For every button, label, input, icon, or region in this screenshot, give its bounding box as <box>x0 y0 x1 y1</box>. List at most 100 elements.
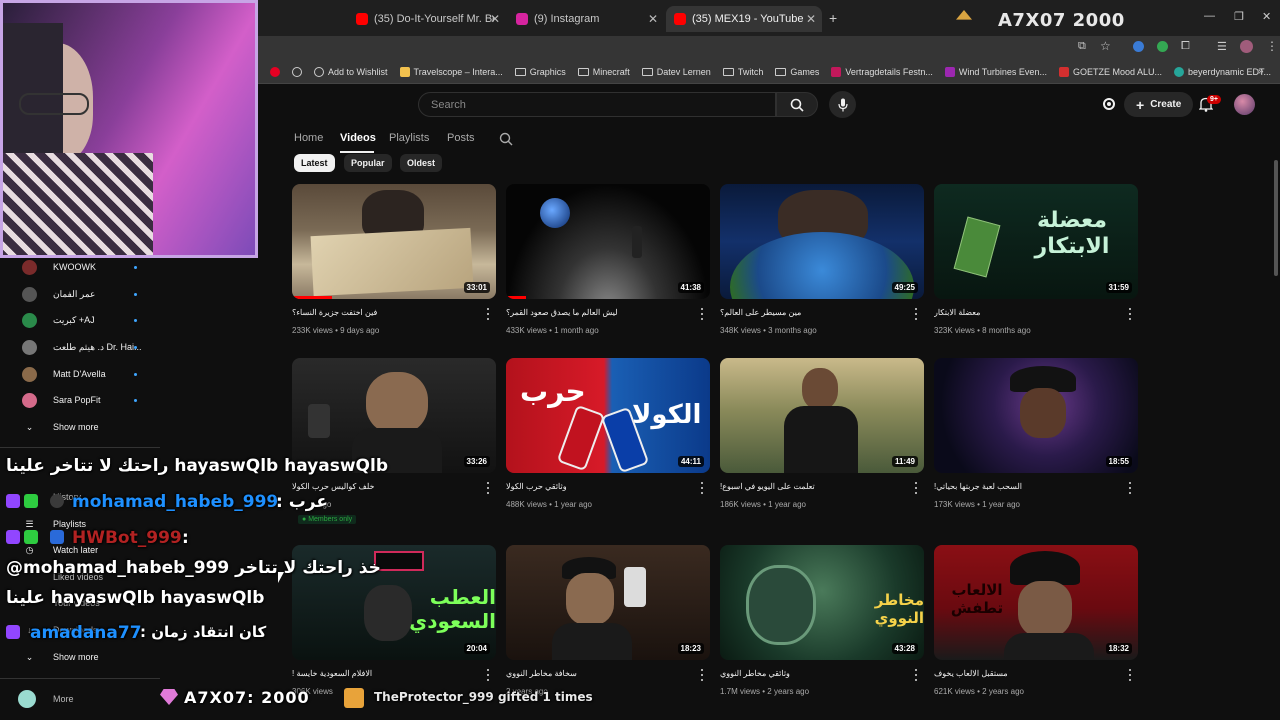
bookmark-star-icon[interactable]: ☆ <box>1100 39 1111 53</box>
install-app-icon[interactable]: ⧉ <box>1078 40 1086 53</box>
minimize-button[interactable]: — <box>1204 10 1215 22</box>
bookmark[interactable] <box>270 66 280 77</box>
extension-icon[interactable] <box>1133 41 1144 52</box>
bookmark-label: Travelscope – Intera... <box>413 66 503 77</box>
sidebar-show-more[interactable]: ⌄ Show more <box>22 648 99 666</box>
close-tab-icon[interactable]: ✕ <box>490 12 500 26</box>
video-card[interactable]: 18:55 !السحب لعبة جربتها بحياتي 173K vie… <box>934 358 1138 518</box>
bookmark-folder[interactable]: Minecraft <box>577 67 630 77</box>
video-title[interactable]: مين مسيطر على العالم؟ <box>720 308 900 317</box>
video-card[interactable]: 41:38 ليش العالم ما يصدق صعود القمر؟ 433… <box>506 184 710 344</box>
video-title[interactable]: خلف كواليس حرب الكولا <box>292 482 472 491</box>
new-tab-button[interactable]: + <box>829 10 837 26</box>
sidebar-subscription[interactable]: عمر الفمان <box>22 285 95 303</box>
video-thumbnail[interactable]: 18:23 <box>506 545 710 660</box>
bot-badge-icon <box>50 530 64 544</box>
sidebar-subscription[interactable]: د. هيثم طلعت Dr. Hai... <box>22 338 142 356</box>
tab-posts[interactable]: Posts <box>447 132 475 144</box>
search-button[interactable] <box>776 92 818 117</box>
more-bookmarks-icon[interactable]: » <box>1258 66 1264 77</box>
video-title[interactable]: مستقبل الالعاب يخوف <box>934 669 1114 678</box>
browser-tab-active[interactable]: (35) MEX19 - YouTube ✕ <box>666 6 822 32</box>
extensions-puzzle-icon[interactable]: ⧠ <box>1181 40 1190 53</box>
video-title[interactable]: سخافة مخاطر النووي <box>506 669 686 678</box>
browser-tab[interactable]: (9) Instagram ✕ <box>508 6 664 32</box>
video-card[interactable]: معضلة الابتكار 31:59 معضلة الابتكار 323K… <box>934 184 1138 344</box>
video-title[interactable]: !السحب لعبة جربتها بحياتي <box>934 482 1114 491</box>
twitch-badge-icon <box>6 625 20 639</box>
video-duration: 43:28 <box>891 643 918 654</box>
sidebar-subscription[interactable]: Matt D'Avella <box>22 365 106 383</box>
menu-kebab-icon[interactable]: ⋮ <box>1266 39 1278 53</box>
bookmark[interactable]: Wind Turbines Even... <box>944 66 1047 77</box>
voice-search-button[interactable] <box>829 91 856 118</box>
page-scrollbar[interactable] <box>1274 160 1278 276</box>
video-thumbnail[interactable]: حرب الكولا 44:11 <box>506 358 710 473</box>
bookmark[interactable]: beyerdynamic EDT... <box>1173 66 1271 77</box>
video-menu-icon[interactable] <box>698 308 706 320</box>
bookmark[interactable]: Vertragdetails Festn... <box>831 66 933 77</box>
tab-videos[interactable]: Videos <box>340 132 376 144</box>
video-card[interactable]: 49:25 مين مسيطر على العالم؟ 348K views •… <box>720 184 924 344</box>
create-button[interactable]: + Create <box>1124 92 1194 117</box>
video-menu-icon[interactable] <box>1126 308 1134 320</box>
video-thumbnail[interactable]: مخاطر النووي 43:28 <box>720 545 924 660</box>
sidebar-subscription[interactable]: كبريت +AJ <box>22 311 95 329</box>
bookmark[interactable]: GOETZE Mood ALU... <box>1058 66 1162 77</box>
video-title[interactable]: ليش العالم ما يصدق صعود القمر؟ <box>506 308 686 317</box>
bookmark-folder[interactable]: Datev Lernen <box>641 67 711 77</box>
tab-home[interactable]: Home <box>294 132 323 144</box>
video-card[interactable]: 33:01 فين اختفت جزيرة النساء؟ 233K views… <box>292 184 496 344</box>
tab-playlists[interactable]: Playlists <box>389 132 429 144</box>
video-card[interactable]: 11:49 !تعلمت على اليويو في اسبوع 186K vi… <box>720 358 924 518</box>
reading-list-icon[interactable]: ☰ <box>1217 40 1227 53</box>
sidebar-show-more[interactable]: ⌄ Show more <box>22 418 99 436</box>
cast-icon[interactable] <box>1101 96 1117 112</box>
video-title[interactable]: !تعلمت على اليويو في اسبوع <box>720 482 900 491</box>
browser-tab[interactable]: (35) Do-It-Yourself Mr. Bean | E ✕ <box>348 6 506 32</box>
bookmark-folder[interactable]: Games <box>775 67 819 77</box>
close-tab-icon[interactable]: ✕ <box>648 12 658 26</box>
video-thumbnail[interactable]: 18:55 <box>934 358 1138 473</box>
alert-text: TheProtector_999 gifted 1 times <box>374 690 593 704</box>
chip-oldest[interactable]: Oldest <box>400 154 443 172</box>
close-window-button[interactable]: ✕ <box>1262 10 1271 23</box>
video-card[interactable]: حرب الكولا 44:11 وثائقي حرب الكولا 488K … <box>506 358 710 518</box>
video-menu-icon[interactable] <box>1126 482 1134 494</box>
video-thumbnail[interactable]: 33:01 <box>292 184 496 299</box>
video-thumbnail[interactable]: 41:38 <box>506 184 710 299</box>
video-menu-icon[interactable] <box>484 308 492 320</box>
video-thumbnail[interactable]: 11:49 <box>720 358 924 473</box>
close-tab-icon[interactable]: ✕ <box>806 12 816 26</box>
video-menu-icon[interactable] <box>912 482 920 494</box>
video-menu-icon[interactable] <box>484 482 492 494</box>
sidebar-subscription[interactable]: KWOOWK <box>22 258 96 276</box>
bookmark[interactable] <box>292 66 302 77</box>
sidebar-subscription[interactable]: Sara PopFit <box>22 391 101 409</box>
account-avatar[interactable] <box>1234 94 1255 115</box>
chip-popular[interactable]: Popular <box>344 154 392 172</box>
video-title[interactable]: معضلة الابتكار <box>934 308 1114 317</box>
search-input[interactable]: Search <box>418 92 776 117</box>
video-title[interactable]: ! الافلام السعودية خايسة <box>292 669 472 678</box>
video-title[interactable]: وثائقي حرب الكولا <box>506 482 686 491</box>
video-title[interactable]: وثائقي مخاطر النووي <box>720 669 900 678</box>
video-menu-icon[interactable] <box>698 482 706 494</box>
chip-latest[interactable]: Latest <box>294 154 335 172</box>
video-thumbnail[interactable]: 49:25 <box>720 184 924 299</box>
video-thumbnail[interactable]: الالعاب تطفش 18:32 <box>934 545 1138 660</box>
extension-icon[interactable] <box>1157 41 1168 52</box>
channel-search-button[interactable] <box>499 132 513 146</box>
bookmark[interactable]: Add to Wishlist <box>314 66 388 77</box>
person-figure <box>566 573 614 625</box>
bookmark-folder[interactable]: Twitch <box>722 67 763 77</box>
bookmark-folder[interactable]: Graphics <box>514 67 566 77</box>
profile-avatar[interactable] <box>1240 40 1253 53</box>
bookmark[interactable]: Travelscope – Intera... <box>399 66 503 77</box>
video-menu-icon[interactable] <box>912 308 920 320</box>
video-title[interactable]: فين اختفت جزيرة النساء؟ <box>292 308 472 317</box>
travelscope-icon <box>399 66 410 77</box>
maximize-button[interactable]: ❐ <box>1234 10 1244 23</box>
video-thumbnail[interactable]: معضلة الابتكار 31:59 <box>934 184 1138 299</box>
streamer-sweater <box>3 153 153 255</box>
